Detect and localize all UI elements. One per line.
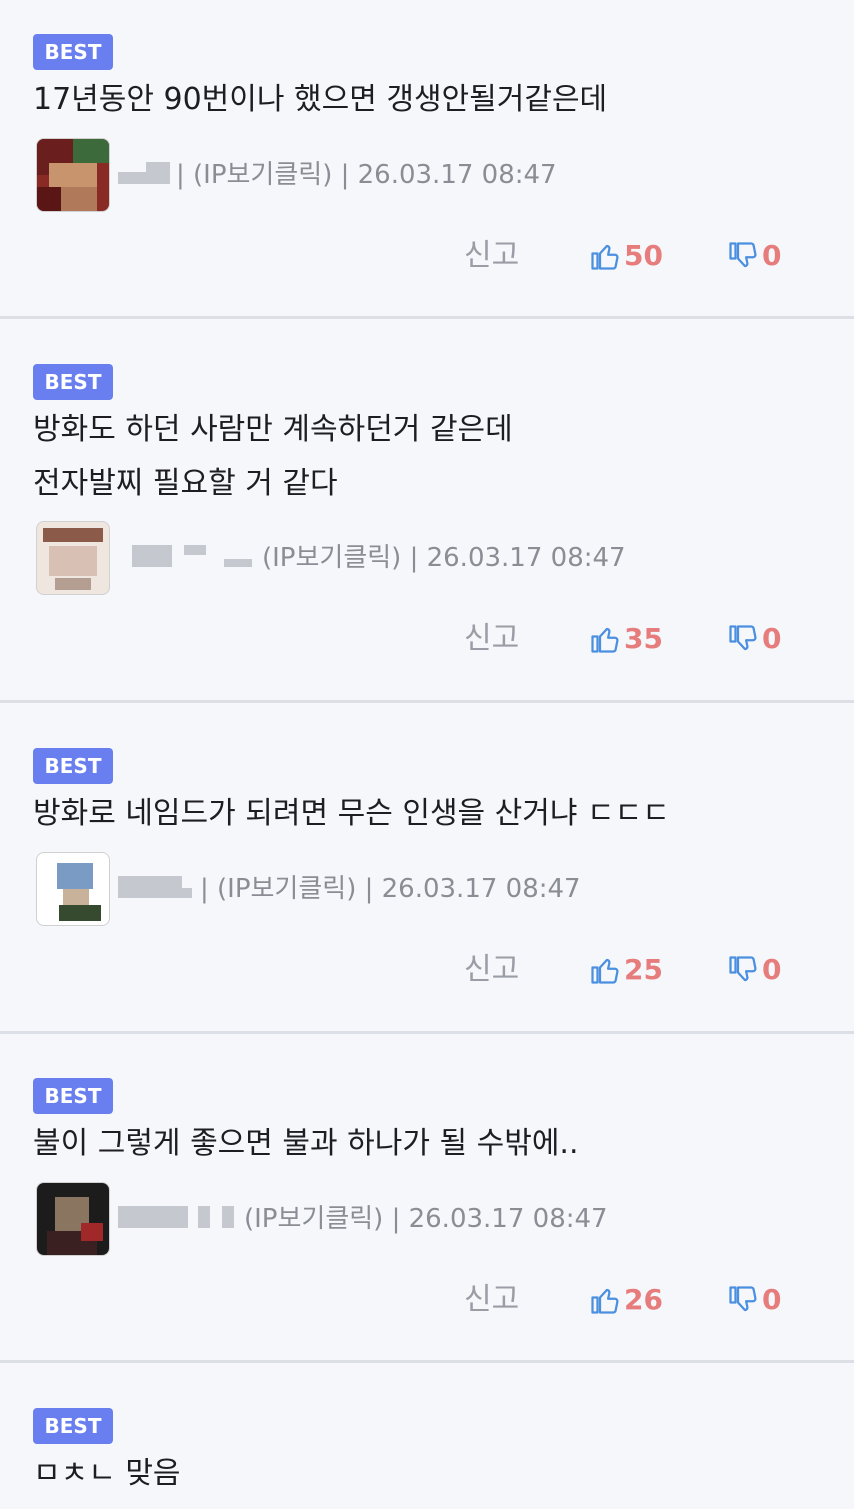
comment-text: 방화로 네임드가 되려면 무슨 인생을 산거냐 ㄷㄷㄷ	[33, 796, 670, 831]
comment-text: 전자발찌 필요할 거 같다	[33, 466, 338, 501]
comment-text: 방화도 하던 사람만 계속하던거 같은데	[33, 412, 513, 447]
nickname-blurred	[132, 545, 252, 571]
thumbs-down-icon	[729, 625, 757, 651]
like-count: 35	[624, 622, 663, 655]
nickname-blurred	[118, 162, 178, 188]
comment-meta: | (IP보기클릭) | 26.03.17 08:47	[200, 874, 581, 904]
thumbs-down-icon	[729, 956, 757, 982]
comment-meta: (IP보기클릭) | 26.03.17 08:47	[262, 543, 626, 573]
best-badge: BEST	[33, 34, 113, 70]
thumbs-down-icon	[729, 1286, 757, 1312]
thumbs-up-icon	[591, 1288, 619, 1314]
report-button[interactable]: 신고	[464, 621, 519, 657]
like-count: 50	[624, 239, 663, 272]
nickname-blurred	[118, 1206, 238, 1232]
best-badge: BEST	[33, 748, 113, 784]
comment-item: BEST ㅁㅊㄴ 맞음	[0, 1363, 854, 1509]
report-button[interactable]: 신고	[464, 238, 519, 274]
comment-meta: | (IP보기클릭) | 26.03.17 08:47	[176, 160, 557, 190]
like-count: 26	[624, 1283, 663, 1316]
thumbs-down-icon	[729, 242, 757, 268]
dislike-count: 0	[762, 239, 782, 272]
avatar[interactable]	[36, 521, 110, 595]
best-badge: BEST	[33, 1078, 113, 1114]
best-badge: BEST	[33, 364, 113, 400]
dislike-count: 0	[762, 1283, 782, 1316]
dislike-count: 0	[762, 622, 782, 655]
thumbs-up-icon	[591, 244, 619, 270]
comment-item: BEST 17년동안 90번이나 했으면 갱생안될거같은데 | (IP보기클릭)…	[0, 0, 854, 316]
avatar[interactable]	[36, 1182, 110, 1256]
comment-text: ㅁㅊㄴ 맞음	[33, 1456, 181, 1491]
comment-item: BEST 방화로 네임드가 되려면 무슨 인생을 산거냐 ㄷㄷㄷ | (IP보기…	[0, 703, 854, 1031]
nickname-blurred	[118, 876, 194, 902]
best-badge: BEST	[33, 1408, 113, 1444]
thumbs-up-icon	[591, 958, 619, 984]
dislike-count: 0	[762, 953, 782, 986]
report-button[interactable]: 신고	[464, 1282, 519, 1318]
comment-text: 불이 그렇게 좋으면 불과 하나가 될 수밖에..	[33, 1126, 579, 1161]
comment-item: BEST 불이 그렇게 좋으면 불과 하나가 될 수밖에.. (IP보기클릭) …	[0, 1034, 854, 1360]
avatar[interactable]	[36, 138, 110, 212]
comment-text: 17년동안 90번이나 했으면 갱생안될거같은데	[33, 82, 608, 117]
avatar[interactable]	[36, 852, 110, 926]
report-button[interactable]: 신고	[464, 952, 519, 988]
comment-item: BEST 방화도 하던 사람만 계속하던거 같은데 전자발찌 필요할 거 같다 …	[0, 319, 854, 700]
comment-meta: (IP보기클릭) | 26.03.17 08:47	[244, 1204, 608, 1234]
thumbs-up-icon	[591, 627, 619, 653]
like-count: 25	[624, 953, 663, 986]
